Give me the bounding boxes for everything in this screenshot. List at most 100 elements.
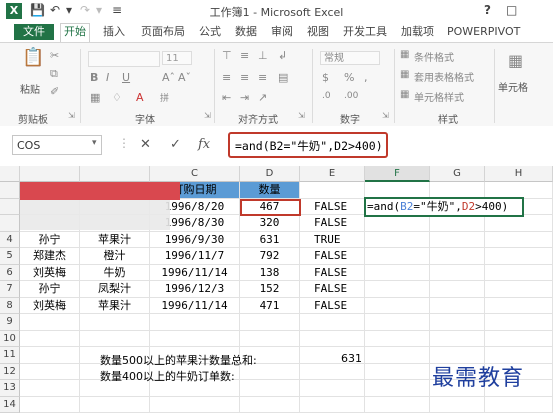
cell-b[interactable] <box>80 331 150 348</box>
name-box[interactable]: COS <box>12 135 102 155</box>
align-right-icon[interactable]: ≡ <box>258 71 267 84</box>
format-painter-icon[interactable]: ✐ <box>50 85 59 98</box>
cell-d[interactable] <box>240 331 300 348</box>
cell-h[interactable] <box>485 265 553 282</box>
row-header[interactable]: 7 <box>0 281 20 298</box>
cell-e[interactable]: TRUE <box>300 232 365 249</box>
decrease-indent-icon[interactable]: ⇤ <box>222 91 231 104</box>
row-header[interactable]: 12 <box>0 364 20 381</box>
cell-styles-icon[interactable]: ▦ <box>400 89 409 100</box>
cell-h[interactable] <box>485 314 553 331</box>
col-header-g[interactable]: G <box>430 166 485 182</box>
cell-d[interactable] <box>240 380 300 397</box>
cell-c[interactable]: 1996/11/14 <box>150 265 240 282</box>
cell-d[interactable]: 数量 <box>240 182 300 199</box>
font-name-dropdown[interactable] <box>88 51 160 67</box>
paste-button[interactable]: 粘贴 <box>20 81 40 96</box>
font-color-icon[interactable]: A <box>136 91 144 104</box>
tab-view[interactable]: 视图 <box>304 24 332 40</box>
increase-indent-icon[interactable]: ⇥ <box>240 91 249 104</box>
tab-insert[interactable]: 插入 <box>100 24 128 40</box>
format-as-table-button[interactable]: 套用表格格式 <box>414 69 474 84</box>
phonetic-icon[interactable]: 拼 <box>160 91 169 104</box>
font-size-dropdown[interactable]: 11 <box>162 51 192 65</box>
cell-f[interactable] <box>365 281 430 298</box>
cell-a[interactable] <box>20 380 80 397</box>
cell-f[interactable] <box>365 265 430 282</box>
cell-e[interactable]: FALSE <box>300 248 365 265</box>
cell-d[interactable]: 320 <box>240 215 300 232</box>
col-header-c[interactable]: C <box>150 166 240 182</box>
underline-button[interactable]: U <box>122 71 130 84</box>
cell-a[interactable]: 刘英梅 <box>20 298 80 315</box>
percent-icon[interactable]: % <box>344 71 354 84</box>
cell-e[interactable]: FALSE <box>300 215 365 232</box>
cell-c[interactable]: 1996/12/3 <box>150 281 240 298</box>
cell-d[interactable]: 138 <box>240 265 300 282</box>
editing-cell-f2[interactable]: =and(B2="牛奶",D2>400) <box>364 197 524 217</box>
cell-a[interactable]: 刘英梅 <box>20 265 80 282</box>
insert-function-icon[interactable]: fx <box>198 137 210 152</box>
cell-e[interactable] <box>300 182 365 199</box>
bold-button[interactable]: B <box>90 71 98 84</box>
formula-input[interactable]: =and(B2="牛奶",D2>400) <box>228 132 388 158</box>
cell-g[interactable] <box>430 314 485 331</box>
cell-b[interactable]: 苹果汁 <box>80 232 150 249</box>
enter-icon[interactable]: ✓ <box>170 137 181 152</box>
tab-developer[interactable]: 开发工具 <box>340 24 390 40</box>
tab-data[interactable]: 数据 <box>232 24 260 40</box>
cells-button[interactable]: 单元格 <box>498 79 528 94</box>
cell-f[interactable] <box>365 215 430 232</box>
cell-d[interactable]: 792 <box>240 248 300 265</box>
cell-b[interactable]: 苹果汁 <box>80 298 150 315</box>
name-box-dropdown-icon[interactable]: ▾ <box>92 138 97 148</box>
cell-c[interactable] <box>150 314 240 331</box>
col-header-f[interactable]: F <box>365 166 430 182</box>
cell-c[interactable]: 1996/9/30 <box>150 232 240 249</box>
conditional-formatting-button[interactable]: 条件格式 <box>414 49 454 64</box>
font-launcher-icon[interactable]: ⇲ <box>204 111 211 120</box>
cell-styles-button[interactable]: 单元格样式 <box>414 89 464 104</box>
col-header-b[interactable] <box>80 166 150 182</box>
cell-a[interactable]: 郑建杰 <box>20 248 80 265</box>
cell-f[interactable] <box>365 380 430 397</box>
cell-f[interactable] <box>365 298 430 315</box>
cell-e[interactable] <box>300 364 365 381</box>
row-header[interactable]: 6 <box>0 265 20 282</box>
cell-a[interactable] <box>20 364 80 381</box>
cell-d[interactable]: 631 <box>240 232 300 249</box>
fill-color-icon[interactable]: ♢ <box>112 91 122 104</box>
cell-f[interactable] <box>365 314 430 331</box>
cell-f[interactable] <box>365 347 430 364</box>
cell-a[interactable]: 孙宁 <box>20 281 80 298</box>
align-top-icon[interactable]: ⊤ <box>222 49 232 62</box>
row-header[interactable]: 8 <box>0 298 20 315</box>
copy-icon[interactable]: ⧉ <box>50 67 58 81</box>
cell-e[interactable] <box>300 380 365 397</box>
col-header-d[interactable]: D <box>240 166 300 182</box>
cell-b[interactable]: 凤梨汁 <box>80 281 150 298</box>
cell-c[interactable]: 1996/11/7 <box>150 248 240 265</box>
currency-icon[interactable]: $ <box>322 71 329 84</box>
cell-b[interactable] <box>80 314 150 331</box>
format-as-table-icon[interactable]: ▦ <box>400 69 409 80</box>
row-header[interactable]: 10 <box>0 331 20 348</box>
row-header[interactable] <box>0 182 20 199</box>
grow-font-icon[interactable]: Aˆ <box>162 71 175 84</box>
wrap-text-icon[interactable]: ↲ <box>278 49 287 62</box>
cell-b[interactable]: 牛奶 <box>80 265 150 282</box>
tab-page-layout[interactable]: 页面布局 <box>138 24 188 40</box>
cell-g[interactable] <box>430 232 485 249</box>
cell-a[interactable] <box>20 314 80 331</box>
col-header-h[interactable]: H <box>485 166 553 182</box>
cell-h[interactable] <box>485 215 553 232</box>
row-header[interactable]: 13 <box>0 380 20 397</box>
cell-e[interactable] <box>300 314 365 331</box>
cell-c[interactable] <box>150 331 240 348</box>
row-header[interactable] <box>0 215 20 232</box>
cell-f[interactable] <box>365 232 430 249</box>
align-middle-icon[interactable]: ≡ <box>240 49 249 62</box>
cut-icon[interactable]: ✂ <box>50 49 59 62</box>
help-button[interactable]: ? <box>484 3 491 17</box>
decrease-decimal-icon[interactable]: .00 <box>344 91 358 101</box>
